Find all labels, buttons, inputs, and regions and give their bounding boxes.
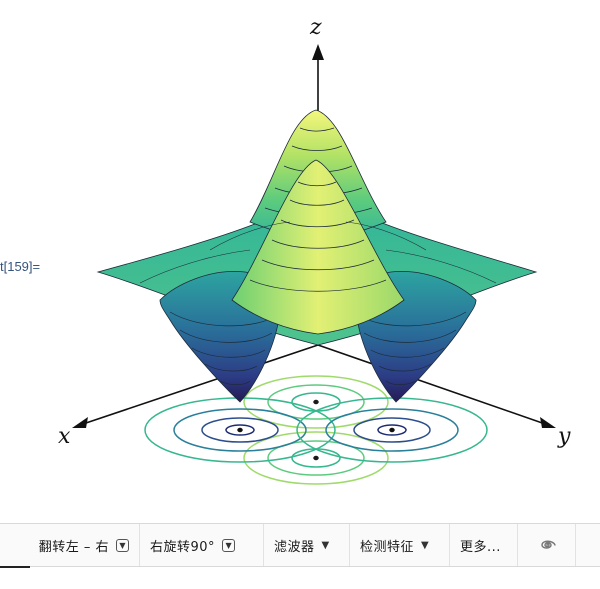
- bottom-underline: [0, 566, 30, 568]
- toolbar-overflow-area: [576, 524, 600, 566]
- x-axis-label: x: [58, 424, 71, 449]
- caret-down-icon: ▼: [421, 539, 429, 551]
- more-menu[interactable]: 更多...: [450, 524, 518, 566]
- rotate-right-90-button[interactable]: 右旋转90° ▼: [140, 524, 264, 566]
- caret-down-icon: ▼: [321, 539, 330, 551]
- spiral-icon[interactable]: [518, 524, 576, 566]
- detect-features-label: 检测特征: [360, 539, 415, 555]
- chevron-down-icon[interactable]: ▼: [222, 538, 236, 552]
- surface-plot-3d[interactable]: x y z: [0, 0, 600, 520]
- rotate-right-90-label: 右旋转90°: [150, 539, 216, 555]
- filter-label: 滤波器: [274, 539, 315, 555]
- flip-left-right-label: 翻转左 – 右: [38, 539, 109, 555]
- floor-contours: [144, 375, 488, 485]
- image-toolbar: 翻转左 – 右 ▼ 右旋转90° ▼ 滤波器 ▼ 检测特征 ▼ 更多...: [0, 523, 600, 567]
- chevron-down-icon[interactable]: ▼: [116, 538, 129, 552]
- flip-left-right-button[interactable]: 翻转左 – 右 ▼: [0, 524, 140, 566]
- spiral-icon-glyph: [540, 540, 556, 549]
- y-axis-label: y: [557, 424, 571, 449]
- detect-features-menu[interactable]: 检测特征 ▼: [350, 524, 450, 566]
- more-label: 更多...: [460, 539, 501, 555]
- surface: [96, 109, 538, 403]
- filter-menu[interactable]: 滤波器 ▼: [264, 524, 350, 566]
- z-axis-label: z: [309, 15, 322, 40]
